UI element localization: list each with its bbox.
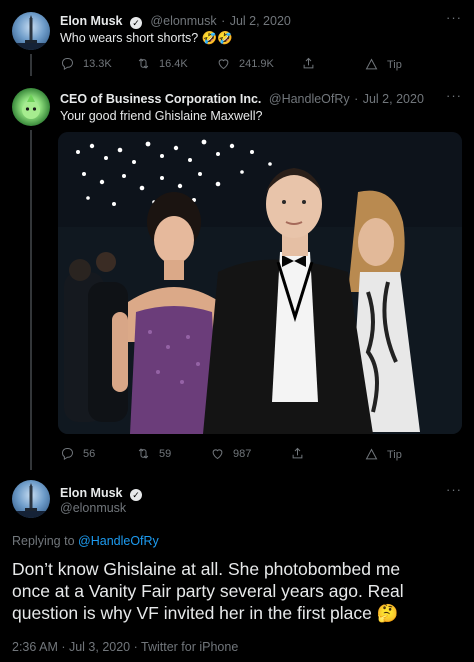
like-button[interactable]: 241.9K — [216, 56, 274, 71]
like-icon — [218, 59, 229, 70]
rocket-icon — [12, 483, 50, 518]
tweet-text-line: question is why VF invited her in the fi… — [12, 603, 399, 623]
avatar[interactable] — [12, 12, 50, 50]
reply-icon — [62, 58, 73, 71]
author-name[interactable]: Elon Musk — [60, 14, 123, 28]
tweet-text: Your good friend Ghislaine Maxwell? — [60, 109, 263, 123]
share-button[interactable] — [290, 446, 305, 461]
retweet-button[interactable]: 16.4K — [136, 56, 188, 71]
like-count: 241.9K — [239, 57, 274, 70]
tip-label: Tip — [387, 58, 402, 71]
verified-icon: ✓ — [129, 489, 142, 501]
retweet-icon — [138, 58, 149, 69]
replying-label: Replying to — [12, 534, 75, 548]
tweet-text-line: once at a Vanity Fair party several year… — [12, 581, 404, 601]
share-icon — [303, 57, 314, 69]
reply-count: 56 — [83, 447, 96, 460]
party-photo — [58, 132, 462, 434]
verified-icon: ✓ — [129, 17, 142, 29]
retweet-button[interactable]: 59 — [136, 446, 171, 461]
tweet-date[interactable]: Jul 2, 2020 — [230, 14, 291, 28]
replying-to-link[interactable]: @HandleOfRy — [78, 534, 159, 548]
separator: · — [354, 92, 359, 106]
like-button[interactable]: 987 — [210, 446, 251, 461]
reply-count: 13.3K — [83, 57, 112, 70]
tip-button[interactable]: Tip — [364, 447, 402, 462]
character-icon — [22, 94, 40, 119]
retweet-count: 59 — [159, 447, 172, 460]
more-icon[interactable]: ··· — [446, 10, 462, 25]
avatar[interactable] — [12, 480, 50, 518]
author-handle[interactable]: @elonmusk — [150, 14, 216, 28]
reply-button[interactable]: 56 — [60, 446, 95, 461]
author-name[interactable]: CEO of Business Corporation Inc. — [60, 92, 261, 106]
tweet-photo[interactable] — [58, 132, 462, 434]
tweet-timestamp[interactable]: 2:36 AM · Jul 3, 2020 · Twitter for iPho… — [12, 640, 238, 654]
tip-button[interactable]: Tip — [364, 57, 402, 72]
like-count: 987 — [233, 447, 252, 460]
like-icon — [212, 449, 223, 460]
separator: · — [221, 14, 226, 28]
tweet-text: Don’t know Ghislaine at all. She photobo… — [12, 558, 468, 624]
thread-connector — [30, 54, 32, 76]
thread-connector — [30, 130, 32, 470]
tweet-text-line: Don’t know Ghislaine at all. She photobo… — [12, 559, 401, 579]
tweet-text: Who wears short shorts? 🤣🤣 — [60, 31, 233, 45]
avatar[interactable] — [12, 88, 50, 126]
author-name[interactable]: Elon Musk — [60, 486, 123, 500]
tip-icon — [365, 448, 378, 460]
more-icon[interactable]: ··· — [446, 482, 462, 497]
tweet-date[interactable]: Jul 2, 2020 — [363, 92, 424, 106]
author-handle[interactable]: @elonmusk — [60, 501, 126, 515]
retweet-count: 16.4K — [159, 57, 188, 70]
tip-label: Tip — [387, 448, 402, 461]
author-handle[interactable]: @HandleOfRy — [269, 92, 350, 106]
reply-icon — [62, 448, 73, 461]
share-icon — [292, 447, 303, 459]
tip-icon — [365, 58, 378, 70]
rocket-icon — [12, 15, 50, 50]
more-icon[interactable]: ··· — [446, 88, 462, 103]
retweet-icon — [138, 448, 149, 459]
reply-button[interactable]: 13.3K — [60, 56, 112, 71]
share-button[interactable] — [301, 56, 316, 71]
